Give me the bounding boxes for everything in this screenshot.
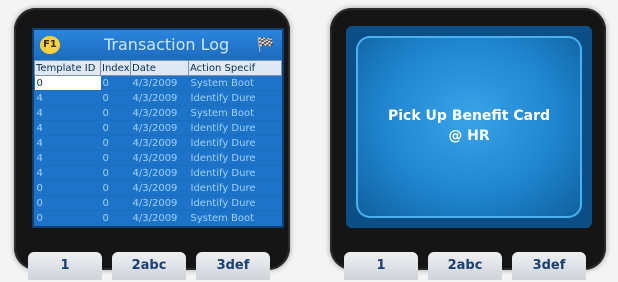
table-row[interactable]: 4 0 4/3/2009 Identify Dure bbox=[34, 150, 282, 166]
key-3def[interactable]: 3def bbox=[196, 252, 270, 280]
screen-titlebar: F1 Transaction Log 🏁 bbox=[34, 30, 282, 60]
column-header[interactable]: Date bbox=[130, 60, 189, 76]
index-cell: 0 bbox=[100, 150, 131, 166]
left-terminal: F1 Transaction Log 🏁 Template ID Index D… bbox=[14, 8, 290, 280]
template-id-cell: 4 bbox=[34, 150, 101, 166]
table-row[interactable]: 0 0 4/3/2009 System Boot bbox=[34, 75, 282, 91]
right-terminal: Pick Up Benefit Card @ HR 1 2abc 3def bbox=[330, 8, 606, 280]
action-cell: Identify Dure bbox=[188, 195, 282, 211]
date-cell: 4/3/2009 bbox=[130, 75, 189, 91]
action-cell: Identify Dure bbox=[188, 180, 282, 196]
table-header-row: Template ID Index Date Action Specif bbox=[34, 60, 282, 76]
template-id-cell: 0 bbox=[34, 210, 101, 226]
index-cell: 0 bbox=[100, 165, 131, 181]
template-id-cell: 4 bbox=[34, 90, 101, 106]
date-cell: 4/3/2009 bbox=[130, 195, 189, 211]
date-cell: 4/3/2009 bbox=[130, 180, 189, 196]
column-header[interactable]: Index bbox=[100, 60, 131, 76]
table-row[interactable]: 4 0 4/3/2009 Identify Dure bbox=[34, 135, 282, 151]
column-header[interactable]: Action Specif bbox=[188, 60, 282, 76]
template-id-cell: 0 bbox=[34, 195, 101, 211]
table-row[interactable]: 4 0 4/3/2009 Identify Dure bbox=[34, 120, 282, 136]
index-cell: 0 bbox=[100, 180, 131, 196]
action-cell: System Boot bbox=[188, 210, 282, 226]
message-line-2: @ HR bbox=[448, 128, 490, 144]
template-id-cell: 0 bbox=[34, 75, 101, 91]
index-cell: 0 bbox=[100, 90, 131, 106]
key-3def[interactable]: 3def bbox=[512, 252, 586, 280]
date-cell: 4/3/2009 bbox=[130, 150, 189, 166]
template-id-cell: 0 bbox=[34, 180, 101, 196]
date-cell: 4/3/2009 bbox=[130, 120, 189, 136]
date-cell: 4/3/2009 bbox=[130, 90, 189, 106]
template-id-cell: 4 bbox=[34, 135, 101, 151]
key-2abc[interactable]: 2abc bbox=[112, 252, 186, 280]
action-cell: Identify Dure bbox=[188, 150, 282, 166]
index-cell: 0 bbox=[100, 195, 131, 211]
action-cell: Identify Dure bbox=[188, 90, 282, 106]
index-cell: 0 bbox=[100, 120, 131, 136]
message-text: Pick Up Benefit Card @ HR bbox=[356, 106, 582, 146]
date-cell: 4/3/2009 bbox=[130, 105, 189, 121]
index-cell: 0 bbox=[100, 105, 131, 121]
message-line-1: Pick Up Benefit Card bbox=[387, 108, 551, 124]
template-id-cell: 4 bbox=[34, 105, 101, 121]
table-row[interactable]: 0 0 4/3/2009 System Boot bbox=[34, 210, 282, 226]
message-card: Pick Up Benefit Card @ HR bbox=[356, 36, 582, 218]
keypad-row: 1 2abc 3def bbox=[344, 252, 592, 282]
date-cell: 4/3/2009 bbox=[130, 135, 189, 151]
key-2abc[interactable]: 2abc bbox=[428, 252, 502, 280]
template-id-cell: 4 bbox=[34, 165, 101, 181]
date-cell: 4/3/2009 bbox=[130, 165, 189, 181]
transaction-log-table: Template ID Index Date Action Specif 0 0… bbox=[34, 60, 282, 226]
table-row[interactable]: 4 0 4/3/2009 Identify Dure bbox=[34, 90, 282, 106]
column-header[interactable]: Template ID bbox=[34, 60, 101, 76]
message-screen: Pick Up Benefit Card @ HR bbox=[346, 26, 592, 228]
index-cell: 0 bbox=[100, 75, 131, 91]
table-row[interactable]: 0 0 4/3/2009 Identify Dure bbox=[34, 180, 282, 196]
index-cell: 0 bbox=[100, 135, 131, 151]
action-cell: Identify Dure bbox=[188, 135, 282, 151]
key-1[interactable]: 1 bbox=[28, 252, 102, 280]
table-row[interactable]: 4 0 4/3/2009 Identify Dure bbox=[34, 165, 282, 181]
f1-badge: F1 bbox=[40, 36, 60, 54]
date-cell: 4/3/2009 bbox=[130, 210, 189, 226]
action-cell: System Boot bbox=[188, 75, 282, 91]
action-cell: System Boot bbox=[188, 105, 282, 121]
screen-title: Transaction Log bbox=[104, 35, 230, 54]
index-cell: 0 bbox=[100, 210, 131, 226]
keypad-row: 1 2abc 3def bbox=[28, 252, 276, 282]
key-1[interactable]: 1 bbox=[344, 252, 418, 280]
action-cell: Identify Dure bbox=[188, 165, 282, 181]
table-row[interactable]: 0 0 4/3/2009 Identify Dure bbox=[34, 195, 282, 211]
table-row[interactable]: 4 0 4/3/2009 System Boot bbox=[34, 105, 282, 121]
template-id-cell: 4 bbox=[34, 120, 101, 136]
flag-icon: 🏁 bbox=[256, 37, 274, 53]
action-cell: Identify Dure bbox=[188, 120, 282, 136]
transaction-log-screen: F1 Transaction Log 🏁 Template ID Index D… bbox=[32, 28, 284, 228]
